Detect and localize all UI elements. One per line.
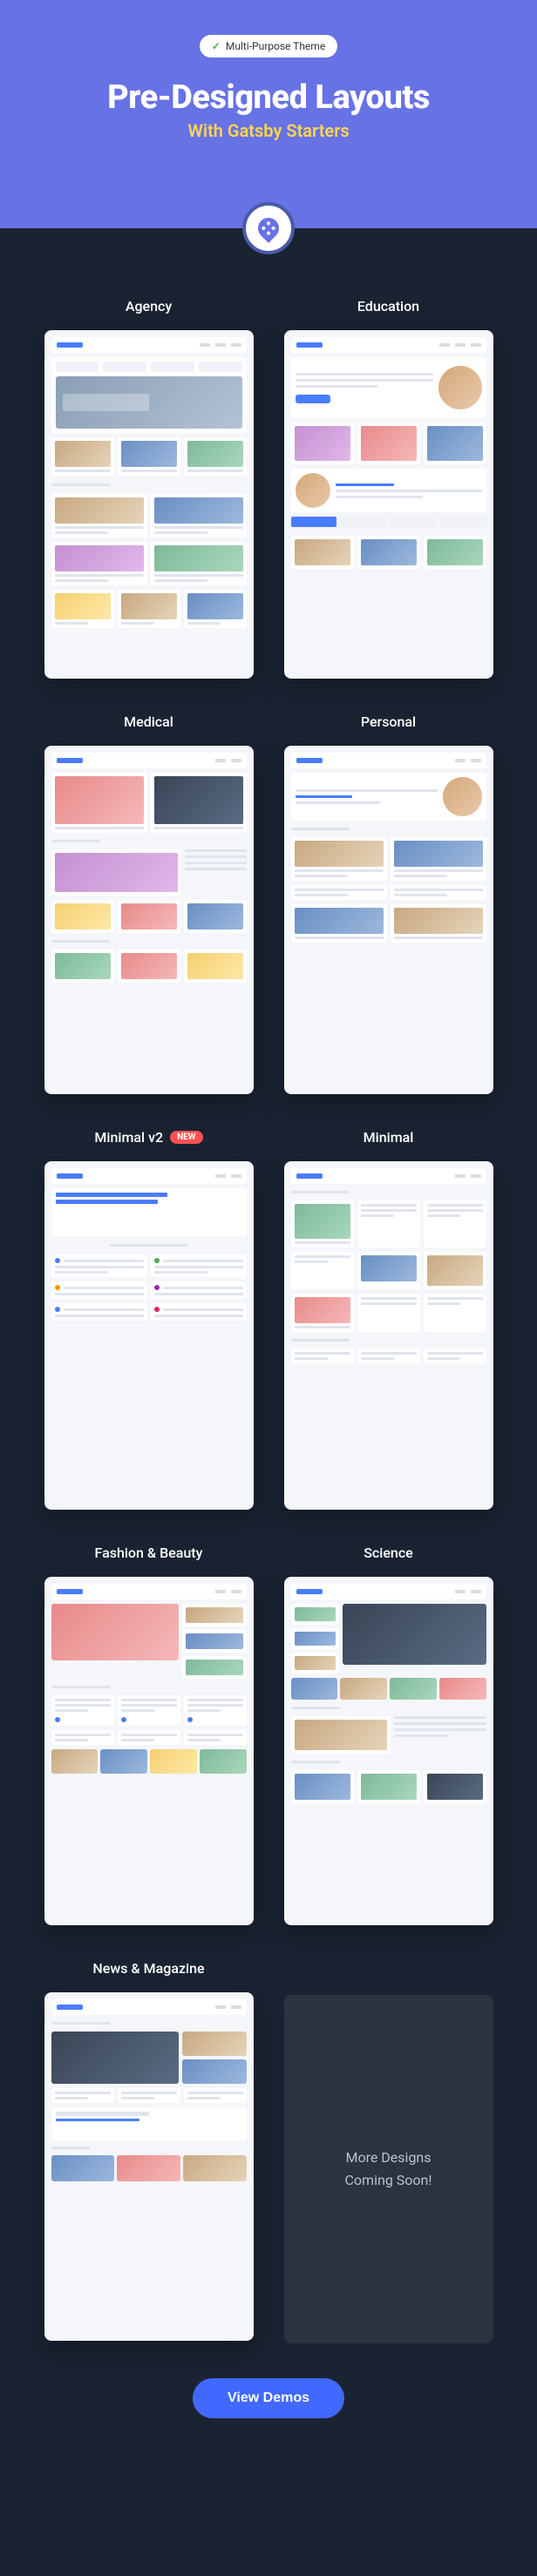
new-badge: NEW — [170, 1131, 202, 1144]
layouts-grid: Agency Education Medi — [44, 298, 493, 2343]
layout-preview — [44, 330, 254, 679]
layouts-content: Agency Education Medi — [0, 228, 537, 2505]
layout-item-education[interactable]: Education — [283, 298, 493, 679]
layout-preview — [44, 1161, 254, 1510]
layout-label: News & Magazine — [92, 1960, 204, 1977]
layout-item-personal[interactable]: Personal — [283, 713, 493, 1094]
palette-icon-circle — [242, 202, 295, 254]
palette-icon — [254, 213, 283, 243]
coming-line1: More Designs — [345, 2147, 431, 2169]
layout-item-medical[interactable]: Medical — [44, 713, 254, 1094]
layout-item-minimal-v2[interactable]: Minimal v2 NEW — [44, 1129, 254, 1510]
coming-soon-card: More Designs Coming Soon! — [284, 1995, 493, 2343]
layout-label: Science — [364, 1545, 413, 1561]
layout-label: Education — [357, 298, 419, 314]
layout-label: Minimal — [364, 1129, 414, 1146]
view-demos-button[interactable]: View Demos — [193, 2378, 344, 2418]
layout-preview — [284, 1577, 493, 1925]
layout-item-science[interactable]: Science — [283, 1545, 493, 1925]
layout-label: Medical — [124, 713, 173, 730]
layout-preview — [284, 746, 493, 1094]
layout-item-coming-soon: More Designs Coming Soon! — [283, 1960, 493, 2343]
layout-label: Fashion & Beauty — [95, 1545, 203, 1561]
badge-text: Multi-Purpose Theme — [226, 40, 325, 52]
coming-line2: Coming Soon! — [345, 2169, 432, 2192]
hero-title: Pre-Designed Layouts — [17, 78, 520, 117]
layout-preview — [44, 746, 254, 1094]
layout-preview — [284, 330, 493, 679]
layout-item-minimal[interactable]: Minimal — [283, 1129, 493, 1510]
footer: View Demos — [44, 2343, 493, 2471]
check-icon: ✓ — [212, 40, 221, 52]
layout-item-news[interactable]: News & Magazine — [44, 1960, 254, 2343]
layout-item-fashion[interactable]: Fashion & Beauty — [44, 1545, 254, 1925]
layout-preview — [284, 1161, 493, 1510]
layout-item-agency[interactable]: Agency — [44, 298, 254, 679]
layout-preview — [44, 1577, 254, 1925]
hero-section: ✓ Multi-Purpose Theme Pre-Designed Layou… — [0, 0, 537, 228]
theme-badge: ✓ Multi-Purpose Theme — [200, 35, 337, 57]
layout-label: Minimal v2 — [94, 1129, 163, 1146]
layout-preview — [44, 1992, 254, 2341]
hero-subtitle: With Gatsby Starters — [17, 120, 520, 141]
layout-label: Agency — [126, 298, 172, 314]
layout-label: Personal — [361, 713, 416, 730]
